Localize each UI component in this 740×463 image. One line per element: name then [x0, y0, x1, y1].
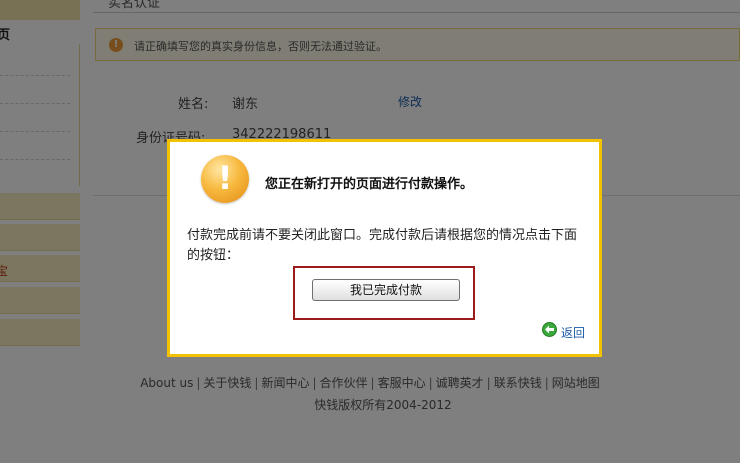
back-link-label: 返回: [561, 326, 586, 340]
back-arrow-icon: [542, 322, 557, 337]
dialog-heading: 您正在新打开的页面进行付款操作。: [265, 177, 474, 192]
payment-dialog: ! 您正在新打开的页面进行付款操作。 付款完成前请不要关闭此窗口。完成付款后请根…: [167, 139, 602, 357]
payment-done-button[interactable]: 我已完成付款: [312, 279, 460, 301]
warning-icon: !: [201, 155, 249, 203]
button-highlight-frame: 我已完成付款: [293, 266, 475, 320]
dialog-message: 付款完成前请不要关闭此窗口。完成付款后请根据您的情况点击下面的按钮：: [187, 228, 578, 263]
